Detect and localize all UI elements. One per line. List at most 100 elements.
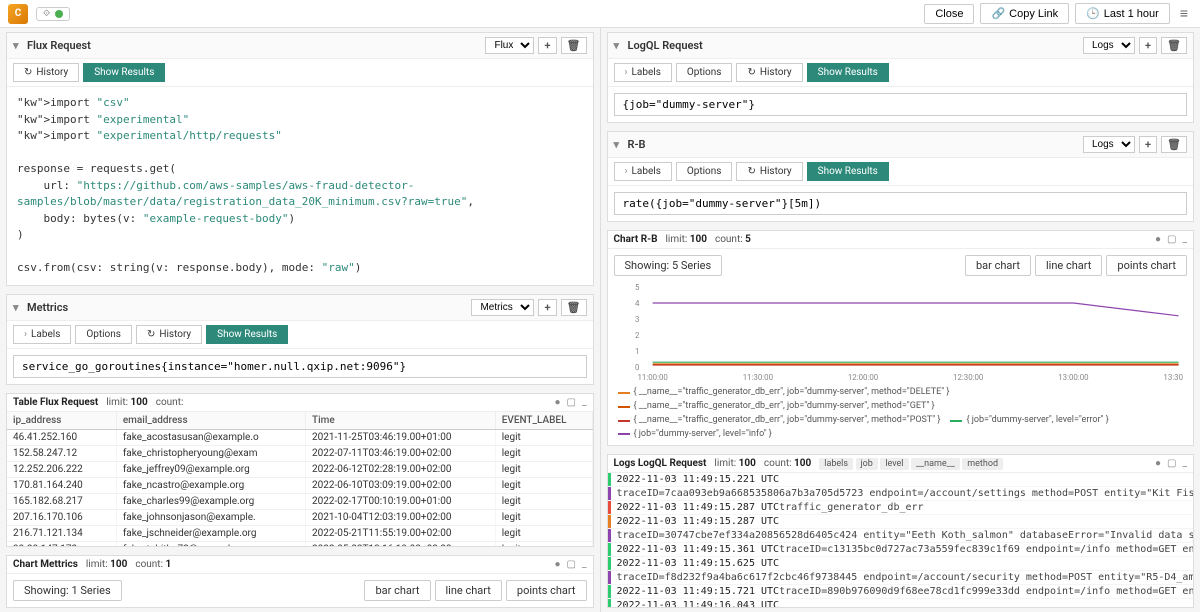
query-type-select[interactable]: Logs <box>1083 37 1135 54</box>
menu-icon[interactable]: ≡ <box>1176 5 1192 22</box>
expand-icon[interactable]: _ <box>582 559 587 570</box>
table-row[interactable]: 207.16.170.106fake_johnsonjason@example.… <box>7 509 592 525</box>
trash-icon[interactable]: 🗑 <box>561 37 587 54</box>
history-tab[interactable]: ↻History <box>136 325 202 344</box>
metrics-panel: ▾ Mettrics Metrics + 🗑 Labels Options ↻H… <box>6 294 594 385</box>
expand-icon[interactable]: _ <box>1182 234 1187 245</box>
filter-badge[interactable]: labels <box>819 458 853 470</box>
legend-item[interactable]: { job="dummy-server", level="error" } <box>950 414 1108 428</box>
table-row[interactable]: 170.81.164.240fake_ncastro@example.org20… <box>7 477 592 493</box>
minimize-icon[interactable]: ▢ <box>1167 234 1176 245</box>
chart-title: Chart R-B <box>614 234 658 245</box>
trash-icon[interactable]: 🗑 <box>1161 37 1187 54</box>
legend-item[interactable]: { job="dummy-server", level="info" } <box>618 428 772 442</box>
logs-list[interactable]: 2022-11-03 11:49:15.221 UTCtraceID=7caa0… <box>608 473 1194 607</box>
add-icon[interactable]: + <box>538 299 556 316</box>
legend-item[interactable]: { __name__="traffic_generator_db_err", j… <box>618 386 950 400</box>
dot-icon[interactable]: ● <box>554 397 560 408</box>
svg-text:5: 5 <box>634 283 639 292</box>
show-results-tab[interactable]: Show Results <box>206 325 288 344</box>
add-icon[interactable]: + <box>538 37 556 54</box>
points-chart-button[interactable]: points chart <box>506 580 587 601</box>
add-icon[interactable]: + <box>1139 136 1157 153</box>
chevron-down-icon[interactable]: ▾ <box>13 39 23 52</box>
metrics-query-input[interactable] <box>13 355 587 378</box>
trash-icon[interactable]: 🗑 <box>1161 136 1187 153</box>
options-tab[interactable]: Options <box>75 325 132 344</box>
history-icon: ↻ <box>24 67 32 78</box>
filter-badge[interactable]: level <box>880 458 908 470</box>
log-row[interactable]: traceID=7caa093eb9a668535806a7b3a705d572… <box>608 487 1194 501</box>
flux-request-panel: ▾ Flux Request Flux + 🗑 ↻History Show Re… <box>6 32 594 286</box>
minimize-icon[interactable]: ▢ <box>1167 458 1176 469</box>
labels-tab[interactable]: Labels <box>13 325 71 344</box>
copy-link-button[interactable]: 🔗Copy Link <box>980 3 1069 24</box>
query-type-select[interactable]: Metrics <box>471 299 534 316</box>
link-icon: 🔗 <box>991 7 1005 20</box>
log-row[interactable]: 2022-11-03 11:49:15.721 UTCtraceID=890b9… <box>608 585 1194 599</box>
labels-tab[interactable]: Labels <box>614 162 672 181</box>
query-type-select[interactable]: Flux <box>485 37 534 54</box>
show-results-tab[interactable]: Show Results <box>807 63 889 82</box>
legend-item[interactable]: { __name__="traffic_generator_db_err", j… <box>618 400 935 414</box>
chevron-down-icon[interactable]: ▾ <box>13 301 23 314</box>
bar-chart-button[interactable]: bar chart <box>965 255 1031 276</box>
add-icon[interactable]: + <box>1139 37 1157 54</box>
dot-icon[interactable]: ● <box>1155 234 1161 245</box>
log-row[interactable]: 2022-11-03 11:49:15.221 UTC <box>608 473 1194 487</box>
filter-badge[interactable]: __name__ <box>911 458 960 470</box>
expand-icon[interactable]: _ <box>1182 458 1187 469</box>
chevron-down-icon[interactable]: ▾ <box>614 138 624 151</box>
chevron-down-icon[interactable]: ▾ <box>614 39 624 52</box>
table-row[interactable]: 46.41.252.160fake_acostasusan@example.o2… <box>7 429 592 445</box>
chart-legend: { __name__="traffic_generator_db_err", j… <box>608 382 1194 445</box>
log-row[interactable]: 2022-11-03 11:49:15.287 UTCtraffic_gener… <box>608 501 1194 515</box>
history-tab[interactable]: ↻History <box>13 63 79 82</box>
table-row[interactable]: 152.58.247.12fake_christopheryoung@exam2… <box>7 445 592 461</box>
logql-query-input[interactable] <box>614 93 1188 116</box>
panel-title: Flux Request <box>27 39 91 52</box>
close-button[interactable]: Close <box>924 4 974 24</box>
svg-text:3: 3 <box>634 315 638 324</box>
table-row[interactable]: 165.182.68.217fake_charles99@example.org… <box>7 493 592 509</box>
legend-item[interactable]: { __name__="traffic_generator_db_err", j… <box>618 414 941 428</box>
log-row[interactable]: 2022-11-03 11:49:15.625 UTC <box>608 557 1194 571</box>
filter-badge[interactable]: method <box>962 458 1003 470</box>
labels-tab[interactable]: Labels <box>614 63 672 82</box>
table-row[interactable]: 216.71.121.134fake_jschneider@example.or… <box>7 525 592 541</box>
column-header[interactable]: email_address <box>116 412 305 430</box>
rb-query-input[interactable] <box>614 192 1188 215</box>
trash-icon[interactable]: 🗑 <box>561 299 587 316</box>
flux-code-editor[interactable]: "kw">import "csv" "kw">import "experimen… <box>7 87 593 285</box>
dot-icon[interactable]: ● <box>554 559 560 570</box>
filter-badge[interactable]: job <box>856 458 878 470</box>
log-row[interactable]: 2022-11-03 11:49:16.043 UTC <box>608 599 1194 607</box>
show-results-tab[interactable]: Show Results <box>807 162 889 181</box>
table-row[interactable]: 93.28.147.172fake_tabitha72@example.com2… <box>7 541 592 547</box>
query-type-select[interactable]: Logs <box>1083 136 1135 153</box>
history-tab[interactable]: ↻History <box>736 63 802 82</box>
bar-chart-button[interactable]: bar chart <box>364 580 430 601</box>
time-range-button[interactable]: 🕒Last 1 hour <box>1075 3 1170 24</box>
show-results-tab[interactable]: Show Results <box>83 63 165 82</box>
log-row[interactable]: 2022-11-03 11:49:15.287 UTC <box>608 515 1194 529</box>
log-row[interactable]: traceID=30747cbe7ef334a20856528d6405c424… <box>608 529 1194 543</box>
dot-icon[interactable]: ● <box>1155 458 1161 469</box>
line-chart-button[interactable]: line chart <box>435 580 502 601</box>
data-table: ip_addressemail_addressTimeEVENT_LABEL 4… <box>7 412 593 548</box>
minimize-icon[interactable]: ▢ <box>567 559 576 570</box>
line-chart-button[interactable]: line chart <box>1035 255 1102 276</box>
minimize-icon[interactable]: ▢ <box>567 397 576 408</box>
options-tab[interactable]: Options <box>676 63 733 82</box>
table-panel: Table Flux Request limit: 100 count: ● ▢… <box>6 393 594 548</box>
history-tab[interactable]: ↻History <box>736 162 802 181</box>
expand-icon[interactable]: _ <box>582 397 587 408</box>
column-header[interactable]: Time <box>306 412 496 430</box>
log-row[interactable]: 2022-11-03 11:49:15.361 UTCtraceID=c1313… <box>608 543 1194 557</box>
log-row[interactable]: traceID=f8d232f9a4ba6c617f2cbc46f9738445… <box>608 571 1194 585</box>
points-chart-button[interactable]: points chart <box>1106 255 1187 276</box>
column-header[interactable]: EVENT_LABEL <box>495 412 592 430</box>
table-row[interactable]: 12.252.206.222fake_jeffrey09@example.org… <box>7 461 592 477</box>
column-header[interactable]: ip_address <box>7 412 116 430</box>
options-tab[interactable]: Options <box>676 162 733 181</box>
